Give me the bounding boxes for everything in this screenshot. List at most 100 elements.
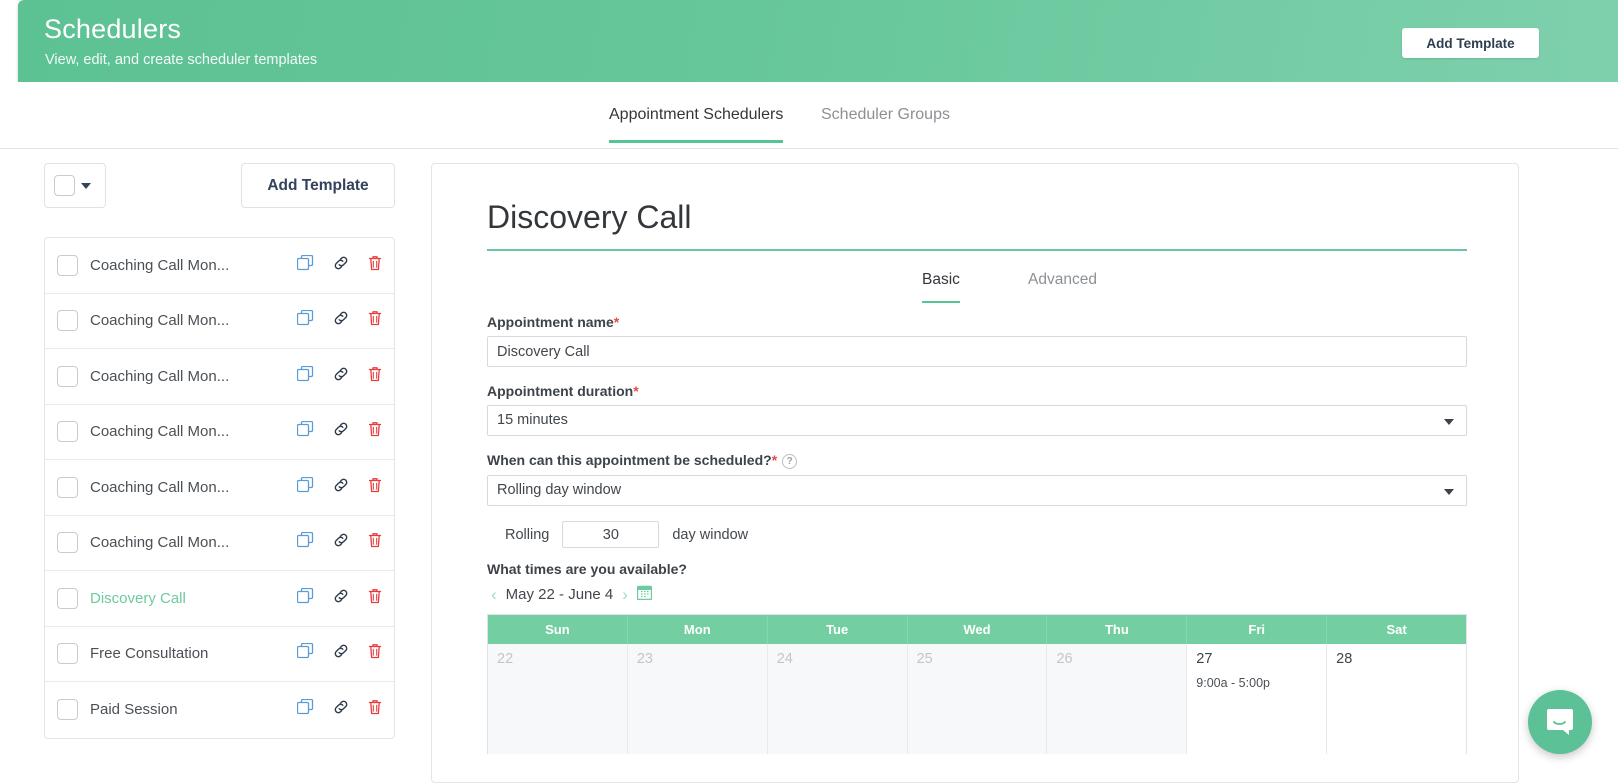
list-item-checkbox[interactable] — [57, 477, 78, 498]
header-add-template-button[interactable]: Add Template — [1402, 28, 1539, 58]
delete-icon[interactable] — [368, 699, 382, 720]
list-item-checkbox[interactable] — [57, 643, 78, 664]
link-icon[interactable] — [333, 421, 349, 442]
required-asterisk: * — [772, 452, 777, 468]
delete-icon[interactable] — [368, 477, 382, 498]
list-item-label: Coaching Call Mon... — [90, 312, 229, 329]
duplicate-icon[interactable] — [297, 310, 314, 331]
link-icon[interactable] — [333, 255, 349, 276]
list-item-label: Coaching Call Mon... — [90, 257, 229, 274]
delete-icon[interactable] — [368, 255, 382, 276]
list-item-checkbox[interactable] — [57, 532, 78, 553]
scheduler-title: Discovery Call — [487, 199, 691, 236]
calendar-icon[interactable] — [637, 585, 652, 604]
list-item[interactable]: Coaching Call Mon... — [45, 516, 394, 572]
duplicate-icon[interactable] — [297, 421, 314, 442]
availability-label: What times are you available? — [487, 561, 1467, 577]
link-icon[interactable] — [333, 699, 349, 720]
list-item-checkbox[interactable] — [57, 588, 78, 609]
calendar-header-row: SunMonTueWedThuFriSat — [488, 615, 1466, 644]
calendar-day-cell[interactable]: 25 — [908, 644, 1048, 754]
appointment-duration-select[interactable]: 15 minutes — [487, 405, 1467, 436]
list-item-checkbox[interactable] — [57, 699, 78, 720]
link-icon[interactable] — [333, 643, 349, 664]
delete-icon[interactable] — [368, 588, 382, 609]
rolling-days-input[interactable] — [562, 521, 659, 548]
appointment-duration-value: 15 minutes — [497, 412, 568, 428]
rolling-suffix-label: day window — [672, 527, 748, 543]
list-item-label: Discovery Call — [90, 590, 186, 607]
list-item-label: Coaching Call Mon... — [90, 423, 229, 440]
list-item-actions — [297, 421, 382, 442]
when-scheduled-label-text: When can this appointment be scheduled? — [487, 452, 772, 468]
duplicate-icon[interactable] — [297, 477, 314, 498]
delete-icon[interactable] — [368, 532, 382, 553]
delete-icon[interactable] — [368, 643, 382, 664]
appointment-name-input[interactable] — [487, 336, 1467, 367]
calendar-day-cell[interactable]: 27 9:00a - 5:00p — [1187, 644, 1327, 754]
duplicate-icon[interactable] — [297, 588, 314, 609]
tab-basic[interactable]: Basic — [922, 271, 960, 303]
tab-scheduler-groups[interactable]: Scheduler Groups — [821, 106, 950, 140]
template-sidebar: Add Template Coaching Call Mon...Coachin… — [44, 163, 395, 209]
delete-icon[interactable] — [368, 366, 382, 387]
link-icon[interactable] — [333, 532, 349, 553]
list-item-label: Coaching Call Mon... — [90, 479, 229, 496]
calendar-day-header: Wed — [908, 615, 1048, 644]
rolling-window-row: Rolling day window — [487, 521, 1467, 548]
help-icon[interactable]: ? — [782, 454, 797, 469]
top-tab-bar: Appointment Schedulers Scheduler Groups — [0, 82, 1618, 149]
list-item-checkbox[interactable] — [57, 421, 78, 442]
calendar-day-number: 27 — [1196, 651, 1326, 667]
link-icon[interactable] — [333, 310, 349, 331]
appointment-duration-label-text: Appointment duration — [487, 383, 633, 399]
calendar-day-cell[interactable]: 22 — [488, 644, 628, 754]
list-item[interactable]: Paid Session — [45, 682, 394, 738]
delete-icon[interactable] — [368, 421, 382, 442]
list-item-actions — [297, 310, 382, 331]
duplicate-icon[interactable] — [297, 366, 314, 387]
select-all-dropdown[interactable] — [44, 163, 106, 208]
duplicate-icon[interactable] — [297, 532, 314, 553]
list-item[interactable]: Discovery Call — [45, 571, 394, 627]
calendar-day-cell[interactable]: 28 — [1327, 644, 1466, 754]
tab-advanced[interactable]: Advanced — [1028, 271, 1097, 301]
spacer — [487, 436, 1467, 452]
list-item-checkbox[interactable] — [57, 255, 78, 276]
next-week-icon[interactable]: › — [622, 586, 628, 603]
appointment-name-label-text: Appointment name — [487, 314, 614, 330]
sidebar-add-template-button[interactable]: Add Template — [241, 163, 395, 208]
calendar-day-cell[interactable]: 23 — [628, 644, 768, 754]
list-item[interactable]: Coaching Call Mon... — [45, 405, 394, 461]
list-item-checkbox[interactable] — [57, 310, 78, 331]
link-icon[interactable] — [333, 366, 349, 387]
appointment-duration-label: Appointment duration* — [487, 383, 1467, 399]
calendar-time-slot: 9:00a - 5:00p — [1196, 676, 1326, 690]
duplicate-icon[interactable] — [297, 255, 314, 276]
list-item[interactable]: Free Consultation — [45, 627, 394, 683]
calendar-day-number: 23 — [637, 651, 767, 667]
detail-tab-bar: Basic Advanced — [487, 264, 1467, 306]
duplicate-icon[interactable] — [297, 643, 314, 664]
when-scheduled-select[interactable]: Rolling day window — [487, 475, 1467, 506]
calendar-day-number: 22 — [497, 651, 627, 667]
list-item-checkbox[interactable] — [57, 366, 78, 387]
calendar-day-header: Fri — [1187, 615, 1327, 644]
calendar-day-cell[interactable]: 24 — [768, 644, 908, 754]
list-item[interactable]: Coaching Call Mon... — [45, 238, 394, 294]
chat-launcher-button[interactable] — [1528, 690, 1592, 754]
prev-week-icon[interactable]: ‹ — [491, 586, 497, 603]
tab-appointment-schedulers[interactable]: Appointment Schedulers — [609, 106, 783, 143]
duplicate-icon[interactable] — [297, 699, 314, 720]
list-item[interactable]: Coaching Call Mon... — [45, 349, 394, 405]
link-icon[interactable] — [333, 477, 349, 498]
list-item-actions — [297, 532, 382, 553]
delete-icon[interactable] — [368, 310, 382, 331]
list-item[interactable]: Coaching Call Mon... — [45, 294, 394, 350]
chevron-down-icon — [1444, 419, 1454, 425]
calendar-day-cell[interactable]: 26 — [1047, 644, 1187, 754]
link-icon[interactable] — [333, 588, 349, 609]
list-item[interactable]: Coaching Call Mon... — [45, 460, 394, 516]
spacer — [487, 367, 1467, 383]
select-all-checkbox[interactable] — [54, 175, 75, 196]
